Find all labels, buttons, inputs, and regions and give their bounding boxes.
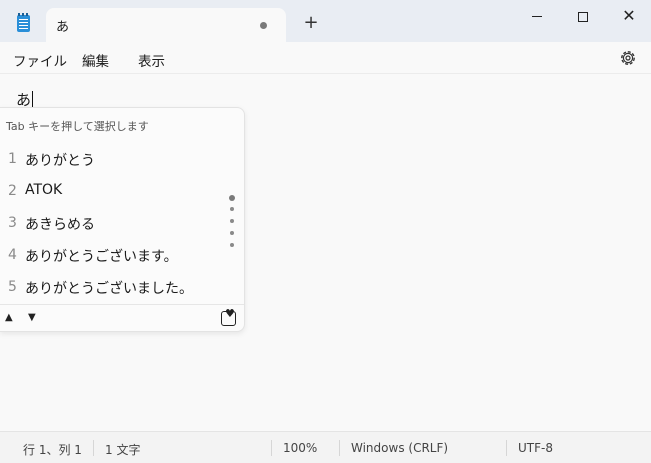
status-divider <box>506 440 507 456</box>
menu-edit[interactable]: 編集 <box>82 50 109 70</box>
maximize-icon <box>578 11 588 22</box>
text-caret <box>32 91 34 108</box>
candidate-text: ありがとうございます。 <box>25 249 178 265</box>
candidate-item-4[interactable]: 4 ありがとうございます。 <box>0 240 225 270</box>
page-dot <box>230 243 234 247</box>
ime-footer: ▲ ▼ <box>0 304 244 332</box>
ime-hint: Tab キーを押して選択します <box>6 120 149 133</box>
page-dot <box>230 207 234 211</box>
candidate-number: 5 <box>8 279 17 295</box>
plus-icon: + <box>303 12 319 33</box>
close-button[interactable]: ✕ <box>606 0 651 32</box>
minimize-icon <box>532 15 542 18</box>
status-bar: 行 1、列 1 1 文字 100% Windows (CRLF) UTF-8 <box>0 431 651 463</box>
gear-icon[interactable] <box>618 48 638 68</box>
candidate-number: 4 <box>8 247 17 263</box>
tab-active[interactable]: あ <box>46 8 286 42</box>
close-icon: ✕ <box>622 6 636 25</box>
unsaved-dot-icon[interactable] <box>260 22 267 29</box>
page-dot <box>230 231 234 235</box>
new-tab-button[interactable]: + <box>300 12 322 34</box>
notepad-icon <box>17 13 30 32</box>
title-bar[interactable]: あ + ✕ <box>0 0 651 42</box>
status-divider <box>339 440 340 456</box>
heart-menu-icon[interactable] <box>221 307 236 326</box>
candidate-item-1[interactable]: 1 ありがとう <box>0 144 225 174</box>
ime-candidate-window: Tab キーを押して選択します 1 ありがとう 2 ATOK 3 あきらめる 4… <box>0 107 245 332</box>
minimize-button[interactable] <box>514 0 560 32</box>
tab-title: あ <box>56 20 70 35</box>
status-divider <box>93 440 94 456</box>
candidate-number: 1 <box>8 151 17 167</box>
candidate-page-indicator[interactable] <box>229 195 235 249</box>
candidate-item-2[interactable]: 2 ATOK <box>0 176 225 206</box>
status-line-ending[interactable]: Windows (CRLF) <box>351 441 448 455</box>
candidate-item-5[interactable]: 5 ありがとうございました。 <box>0 272 225 302</box>
status-zoom[interactable]: 100% <box>283 441 317 455</box>
candidate-item-3[interactable]: 3 あきらめる <box>0 208 225 238</box>
candidate-text: ありがとうございました。 <box>25 281 193 297</box>
candidate-number: 3 <box>8 215 17 231</box>
status-char-count: 1 文字 <box>105 443 141 457</box>
status-cursor-position: 行 1、列 1 <box>23 443 82 457</box>
candidate-text: ありがとう <box>25 153 95 169</box>
candidate-number: 2 <box>8 183 17 199</box>
triangle-down-icon[interactable]: ▼ <box>28 312 36 323</box>
maximize-button[interactable] <box>560 0 606 32</box>
menu-bar: ファイル 編集 表示 <box>0 42 651 74</box>
menu-file[interactable]: ファイル <box>13 50 67 70</box>
page-dot <box>230 219 234 223</box>
menu-view[interactable]: 表示 <box>138 50 165 70</box>
status-encoding[interactable]: UTF-8 <box>518 441 553 455</box>
candidate-text: あきらめる <box>25 217 95 233</box>
page-dot <box>229 195 235 201</box>
candidate-text: ATOK <box>25 182 63 198</box>
triangle-up-icon[interactable]: ▲ <box>5 312 13 323</box>
status-divider <box>271 440 272 456</box>
